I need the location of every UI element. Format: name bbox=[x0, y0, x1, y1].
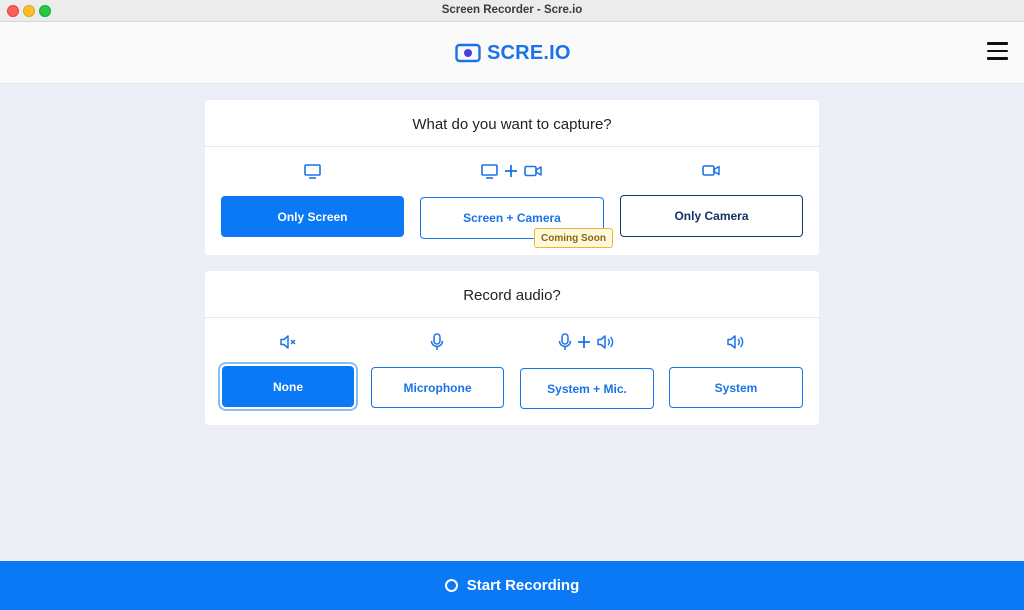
monitor-plus-camera-icon bbox=[481, 164, 543, 179]
only-screen-label: Only Screen bbox=[277, 209, 348, 224]
audio-microphone-button[interactable]: Microphone bbox=[371, 367, 504, 408]
record-circle-icon bbox=[444, 579, 458, 592]
only-camera-label: Only Camera bbox=[674, 209, 749, 223]
audio-system-mic-label: System + Mic. bbox=[547, 381, 627, 396]
audio-title: Record audio? bbox=[463, 287, 561, 304]
speaker-muted-icon bbox=[279, 334, 297, 350]
audio-none-label: None bbox=[273, 379, 303, 394]
divider bbox=[205, 146, 819, 147]
monitor-icon bbox=[304, 164, 321, 179]
logo-text: SCRE.IO bbox=[487, 41, 571, 64]
logo[interactable]: SCRE.IO bbox=[455, 41, 571, 65]
app-header: SCRE.IO bbox=[0, 22, 1024, 84]
audio-system-button[interactable]: System bbox=[669, 367, 803, 408]
window-titlebar: Screen Recorder - Scre.io bbox=[0, 0, 1024, 22]
audio-system-label: System bbox=[714, 380, 758, 395]
audio-system-mic-button[interactable]: System + Mic. bbox=[520, 368, 654, 409]
start-recording-button[interactable]: Start Recording bbox=[0, 561, 1024, 610]
screen-camera-label: Screen + Camera bbox=[463, 211, 561, 225]
camera-icon bbox=[702, 164, 720, 178]
microphone-icon bbox=[430, 333, 444, 351]
speaker-icon bbox=[727, 334, 745, 350]
audio-none-button[interactable]: None bbox=[222, 366, 354, 407]
capture-card: What do you want to capture? Only Screen… bbox=[205, 100, 819, 255]
audio-card: Record audio? None Microphone System + M… bbox=[205, 271, 819, 425]
capture-title: What do you want to capture? bbox=[412, 116, 612, 133]
record-screen-icon bbox=[455, 43, 481, 63]
start-recording-label: Start Recording bbox=[466, 577, 580, 594]
window-title: Screen Recorder - Scre.io bbox=[441, 4, 583, 16]
hamburger-menu-icon[interactable] bbox=[987, 42, 1009, 64]
coming-soon-badge: Coming Soon bbox=[534, 228, 613, 248]
only-screen-button[interactable]: Only Screen bbox=[221, 196, 404, 237]
only-camera-button[interactable]: Only Camera bbox=[620, 195, 803, 237]
audio-microphone-label: Microphone bbox=[403, 380, 472, 395]
divider bbox=[205, 317, 819, 318]
microphone-plus-speaker-icon bbox=[558, 333, 616, 351]
